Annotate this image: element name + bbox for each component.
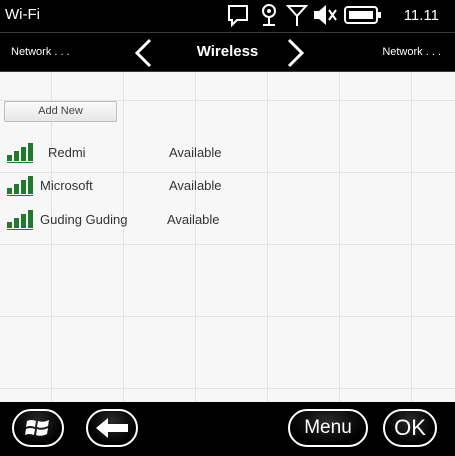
network-status: Available — [167, 212, 220, 227]
speaker-mute-icon[interactable] — [312, 3, 338, 27]
battery-icon[interactable] — [343, 3, 383, 27]
bottom-softkey-bar: Menu OK — [0, 402, 455, 456]
add-new-button[interactable]: Add New — [4, 101, 117, 122]
ok-button[interactable]: OK — [383, 409, 437, 447]
signal-strength-icon — [7, 176, 33, 196]
signal-strength-icon — [7, 143, 33, 163]
header-navbar: Network . . . Wireless Network . . . — [0, 32, 455, 72]
back-button[interactable] — [86, 409, 138, 447]
back-arrow-icon — [96, 418, 128, 438]
network-status: Available — [169, 145, 222, 160]
network-list-item[interactable]: Guding Guding Available — [0, 206, 455, 234]
status-bar: Wi-Fi 11.11 — [0, 0, 455, 32]
signal-icon[interactable] — [286, 3, 308, 27]
windows-logo-icon — [25, 420, 49, 436]
network-name: Guding Guding — [40, 212, 128, 227]
network-list-item[interactable]: Redmi Available — [0, 139, 455, 167]
network-name: Redmi — [48, 145, 86, 160]
menu-button[interactable]: Menu — [288, 409, 368, 447]
nav-next-label[interactable]: Network . . . — [382, 46, 441, 58]
chevron-right-icon[interactable] — [285, 38, 307, 68]
antenna-icon[interactable] — [258, 3, 280, 27]
chat-icon[interactable] — [227, 3, 249, 27]
network-list-item[interactable]: Microsoft Available — [0, 172, 455, 200]
status-title: Wi-Fi — [5, 6, 40, 23]
status-time: 11.11 — [403, 7, 439, 24]
main-content: Add New Redmi Available Microsoft Availa… — [0, 72, 455, 402]
network-name: Microsoft — [40, 178, 93, 193]
network-status: Available — [169, 178, 222, 193]
start-button[interactable] — [12, 409, 64, 447]
signal-strength-icon — [7, 210, 33, 230]
